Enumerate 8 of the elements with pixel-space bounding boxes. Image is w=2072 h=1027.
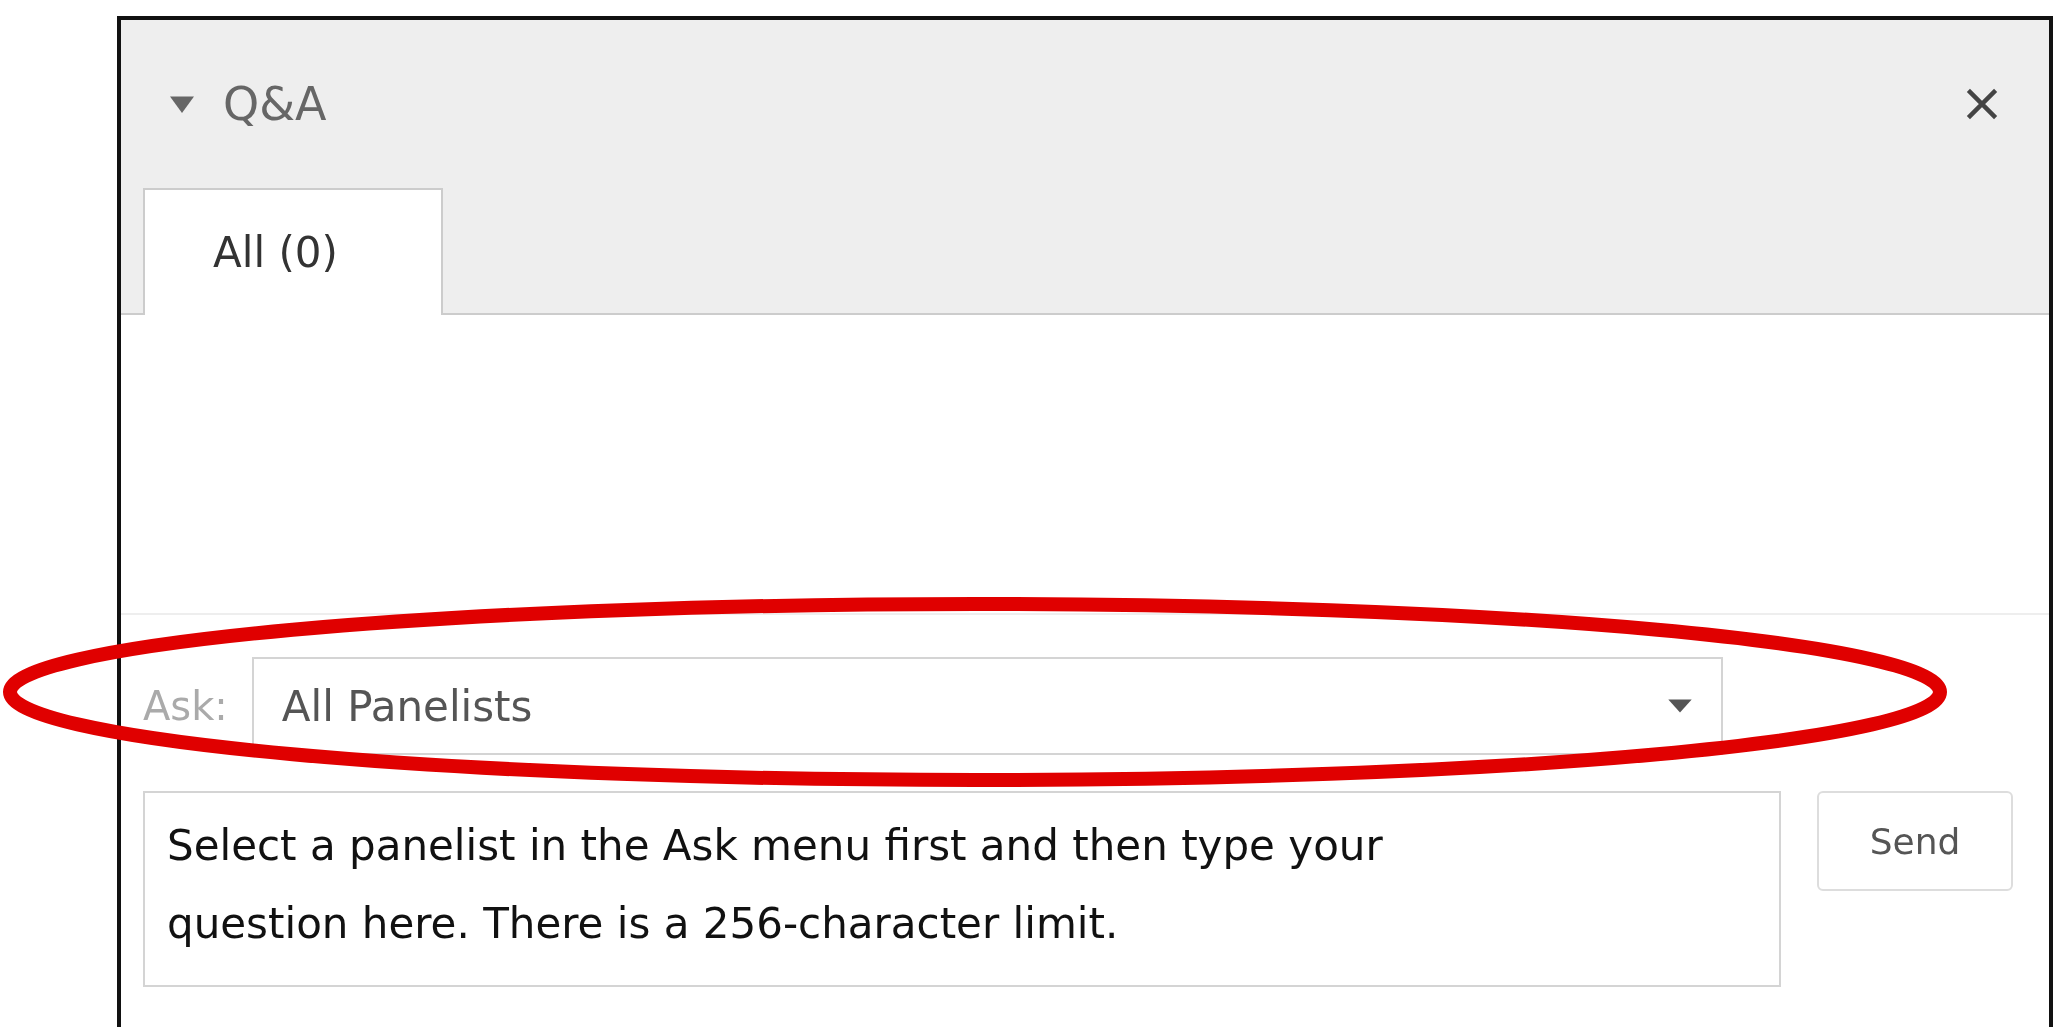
tab[interactable]: All (0) bbox=[143, 188, 443, 315]
close-icon[interactable] bbox=[1965, 87, 1999, 121]
panel-title: Q&A bbox=[223, 77, 328, 131]
send-button[interactable]: Send bbox=[1817, 791, 2013, 891]
caret-icon bbox=[1667, 698, 1693, 714]
panelist-dropdown[interactable]: All Panelists bbox=[251, 657, 1723, 755]
ask-label: Ask: bbox=[143, 683, 228, 729]
question-field[interactable]: Select a panelist in the Ask menu first and then type your question here. There is a 256-character limit. bbox=[143, 791, 1781, 987]
